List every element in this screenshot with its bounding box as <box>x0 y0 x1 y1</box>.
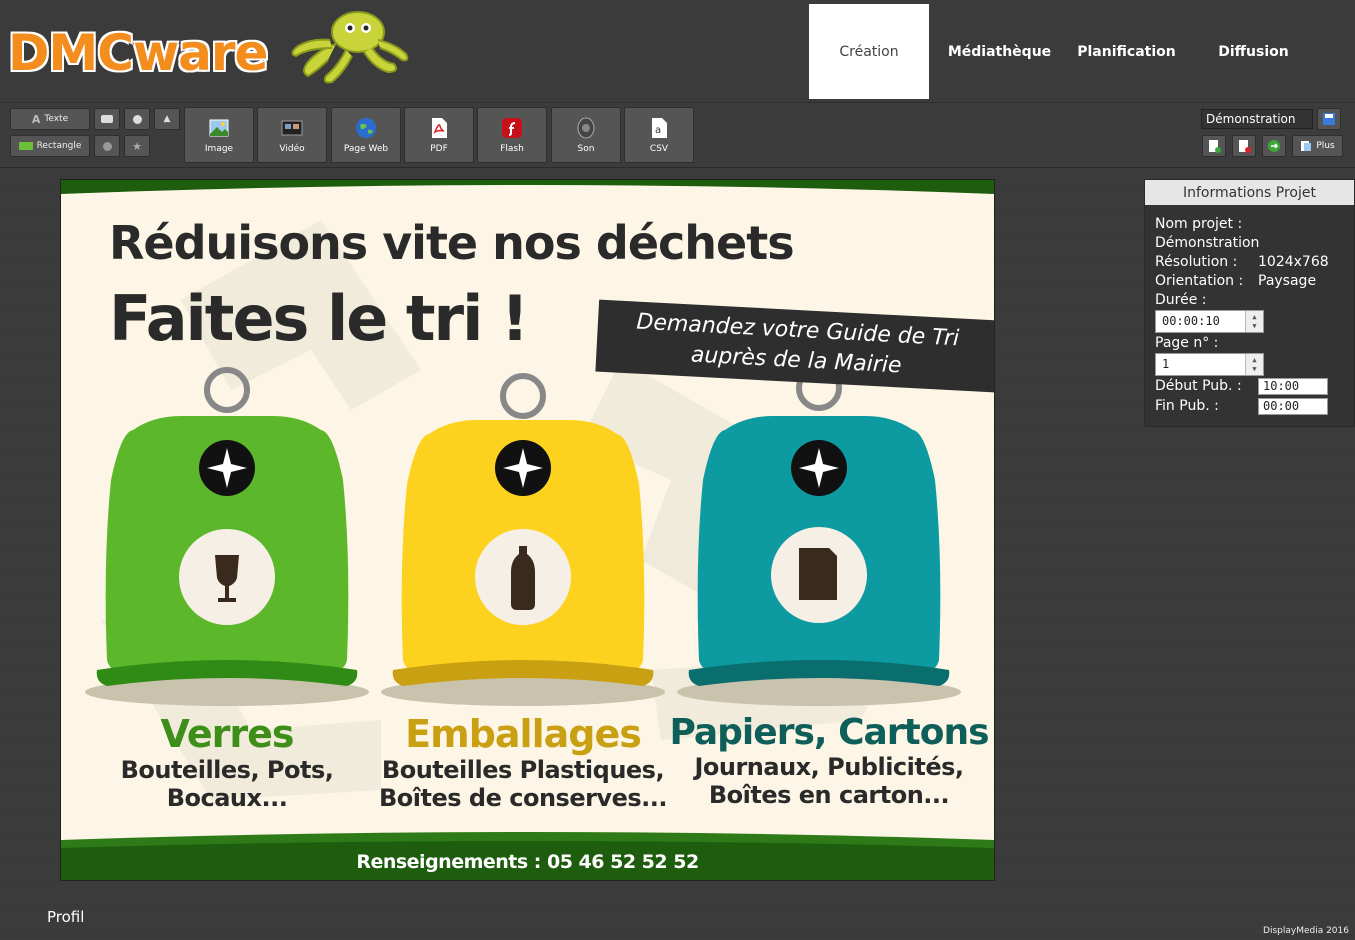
add-rectangle-button[interactable]: Rectangle <box>10 135 90 157</box>
bin-title: Emballages <box>405 712 642 756</box>
pdf-button-label: PDF <box>430 144 448 154</box>
resolution-label: Résolution : <box>1155 254 1238 270</box>
pdf-icon <box>432 118 447 138</box>
next-page-button[interactable] <box>1262 135 1286 157</box>
add-sound-button[interactable]: Son <box>551 107 621 163</box>
project-name-value: Démonstration <box>1155 235 1260 251</box>
more-button[interactable]: Plus <box>1292 135 1343 157</box>
text-icon: A <box>31 112 41 126</box>
nav-tab-diffusion[interactable]: Diffusion <box>1190 4 1317 99</box>
video-icon <box>281 120 303 136</box>
page-number-stepper[interactable]: 1 ▲ ▼ <box>1155 353 1264 376</box>
bin-verres-shape <box>85 367 369 706</box>
bin-desc-line-2: Bocaux... <box>166 784 288 812</box>
bin-label-papiers: Papiers, Cartons Journaux, Publicités, B… <box>669 712 989 809</box>
bin-desc-line-1: Bouteilles Plastiques, <box>381 756 665 784</box>
poster-title: Réduisons vite nos déchets <box>109 216 795 270</box>
orientation-value: Paysage <box>1258 273 1317 289</box>
rounded-rect-shape-button[interactable] <box>94 108 120 130</box>
poster-footer-phone: Renseignements : 05 46 52 52 52 <box>356 851 699 873</box>
add-page-icon <box>1209 140 1221 153</box>
image-icon <box>209 119 229 137</box>
panel-title: Informations Projet <box>1145 180 1354 205</box>
bin-title: Verres <box>160 712 295 756</box>
image-button-label: Image <box>204 144 234 154</box>
add-webpage-button[interactable]: Page Web <box>331 107 401 163</box>
add-video-button[interactable]: Vidéo <box>257 107 327 163</box>
copyright-text: DisplayMedia 2016 <box>1263 926 1349 936</box>
circle-icon <box>132 114 142 124</box>
resolution-value: 1024x768 <box>1258 254 1329 270</box>
circle-shape-button[interactable] <box>124 108 150 130</box>
duration-stepper[interactable]: 00:00:10 ▲ ▼ <box>1155 310 1264 333</box>
globe-icon <box>356 118 376 138</box>
start-time-label: Début Pub. : <box>1155 378 1242 394</box>
star-shape-button[interactable]: ★ <box>124 135 150 157</box>
design-canvas[interactable]: Réduisons vite nos déchets Faites le tri… <box>60 179 995 881</box>
rounded-rect-icon <box>101 115 113 123</box>
orientation-label: Orientation : <box>1155 273 1244 289</box>
add-text-label: Texte <box>44 114 69 124</box>
nav-tab-creation[interactable]: Création <box>809 4 929 99</box>
bin-desc-line-1: Bouteilles, Pots, <box>120 756 334 784</box>
save-icon <box>1323 113 1335 125</box>
ellipse-shape-button[interactable] <box>94 135 120 157</box>
project-info-panel: Informations Projet Nom projet : Démonst… <box>1144 179 1355 427</box>
duration-label: Durée : <box>1155 292 1207 308</box>
speaker-icon <box>577 117 595 139</box>
nav-tab-mediatheque[interactable]: Médiathèque <box>936 4 1063 99</box>
bin-title: Papiers, Cartons <box>669 712 989 753</box>
nav-tab-planification[interactable]: Planification <box>1063 4 1190 99</box>
main-nav: Création Médiathèque Planification Diffu… <box>809 4 1317 99</box>
add-image-button[interactable]: Image <box>184 107 254 163</box>
delete-page-icon <box>1239 140 1251 153</box>
project-name-input[interactable]: Démonstration <box>1201 109 1313 129</box>
svg-text:a: a <box>655 125 661 136</box>
profile-link[interactable]: Profil <box>47 908 84 926</box>
more-pages-icon <box>1301 141 1312 151</box>
save-project-button[interactable] <box>1317 108 1341 130</box>
rectangle-icon <box>18 142 33 150</box>
new-page-button[interactable] <box>1202 135 1226 157</box>
arrow-right-icon <box>1268 140 1280 152</box>
stepper-arrows-icon[interactable]: ▲ ▼ <box>1245 354 1263 375</box>
webpage-button-label: Page Web <box>343 144 389 154</box>
flash-button-label: Flash <box>500 144 524 154</box>
csv-button-label: CSV <box>649 144 669 154</box>
bin-desc-line-2: Boîtes de conserves... <box>379 784 667 812</box>
poster-subtitle: Faites le tri ! <box>109 282 529 355</box>
flash-icon <box>502 118 522 138</box>
editor-toolbar: A Texte Rectangle ▲ ★ Image Vidéo Page W… <box>0 102 1355 168</box>
stepper-arrows-icon[interactable]: ▲ ▼ <box>1245 311 1263 332</box>
add-flash-button[interactable]: Flash <box>477 107 547 163</box>
logo-text: DMCware <box>8 24 268 82</box>
csv-icon: a <box>652 118 667 138</box>
ellipse-icon <box>102 141 112 151</box>
triangle-shape-button[interactable]: ▲ <box>154 108 180 130</box>
app-header: DMCware Création Médiathèque Planificati… <box>0 0 1355 102</box>
sound-button-label: Son <box>577 144 595 154</box>
end-time-label: Fin Pub. : <box>1155 398 1219 414</box>
triangle-icon: ▲ <box>163 114 171 124</box>
app-logo[interactable]: DMCware <box>8 10 409 90</box>
delete-page-button[interactable] <box>1232 135 1256 157</box>
video-button-label: Vidéo <box>279 144 305 154</box>
page-number-value: 1 <box>1162 357 1170 371</box>
project-name-label: Nom projet : <box>1155 216 1243 232</box>
add-csv-button[interactable]: a CSV <box>624 107 694 163</box>
add-rectangle-label: Rectangle <box>36 141 82 151</box>
start-time-input[interactable]: 10:00 <box>1258 378 1328 395</box>
add-text-button[interactable]: A Texte <box>10 108 90 130</box>
bin-label-emballages: Emballages Bouteilles Plastiques, Boîtes… <box>373 712 673 812</box>
add-pdf-button[interactable]: PDF <box>404 107 474 163</box>
bin-desc-line-2: Boîtes en carton... <box>708 781 950 809</box>
star-icon: ★ <box>132 139 142 153</box>
bin-desc-line-1: Journaux, Publicités, <box>694 753 964 781</box>
more-button-label: Plus <box>1316 141 1335 151</box>
page-number-label: Page n° : <box>1155 335 1219 351</box>
bin-label-verres: Verres Bouteilles, Pots, Bocaux... <box>97 712 357 812</box>
octopus-mascot-icon <box>291 11 409 84</box>
duration-value: 00:00:10 <box>1162 314 1220 328</box>
end-time-input[interactable]: 00:00 <box>1258 398 1328 415</box>
